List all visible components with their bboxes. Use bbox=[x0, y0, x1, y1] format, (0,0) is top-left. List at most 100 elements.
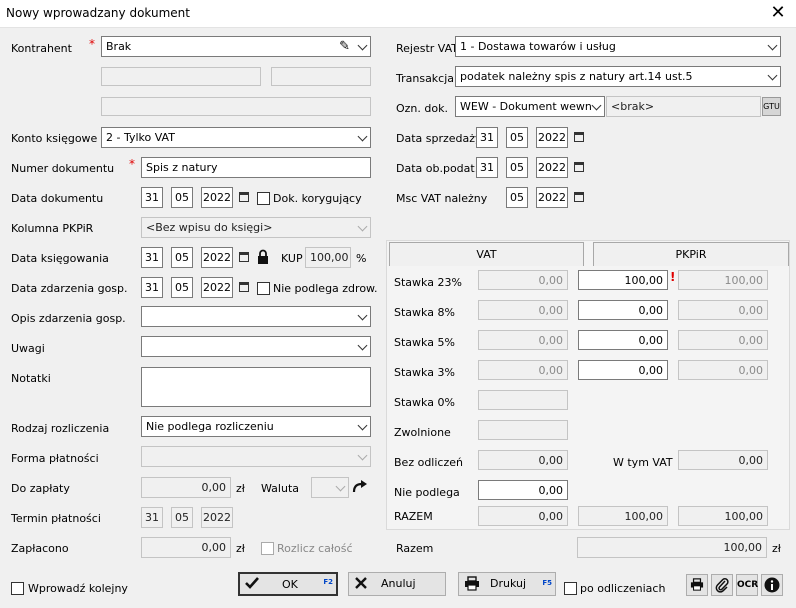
numer-dokumentu-input[interactable]: Spis z natury bbox=[141, 157, 371, 178]
kontrahent-select[interactable]: Brak ✎ bbox=[101, 36, 371, 57]
kup-input[interactable]: 100,00 bbox=[305, 247, 351, 268]
calendar-icon[interactable] bbox=[239, 192, 249, 202]
razem-pkpir-value: 100,00 bbox=[578, 506, 668, 526]
transakcja-label: Transakcja bbox=[396, 72, 455, 85]
do-zaplaty-input[interactable]: 0,00 bbox=[141, 477, 231, 498]
calendar-icon[interactable] bbox=[574, 132, 584, 142]
rozlicz-calosc-checkbox[interactable] bbox=[261, 542, 274, 555]
gtu-button[interactable]: GTU bbox=[762, 97, 781, 116]
data-zdarzenia-month[interactable]: 05 bbox=[171, 277, 193, 298]
data-dokumentu-day[interactable]: 31 bbox=[141, 187, 163, 208]
vat-netto-input[interactable] bbox=[478, 390, 568, 410]
lock-icon[interactable] bbox=[257, 249, 269, 264]
nie-podlega-input[interactable]: 0,00 bbox=[478, 480, 568, 500]
forma-select[interactable] bbox=[141, 446, 371, 467]
data-sprzedazy-month[interactable]: 05 bbox=[506, 127, 528, 148]
checkmark-icon bbox=[244, 575, 260, 591]
vat-netto-input[interactable]: 0,00 bbox=[478, 360, 568, 380]
attachment-button[interactable] bbox=[711, 574, 733, 596]
data-zdarzenia-day[interactable]: 31 bbox=[141, 277, 163, 298]
vat-pkpir-input[interactable]: 0,00 bbox=[578, 300, 668, 320]
drukuj-button[interactable]: Drukuj F5 bbox=[458, 572, 556, 596]
chevron-down-icon[interactable] bbox=[357, 221, 368, 232]
zaplacono-input[interactable]: 0,00 bbox=[141, 537, 231, 558]
gtu-value-field: <brak> bbox=[606, 96, 761, 117]
termin-day[interactable]: 31 bbox=[141, 507, 163, 528]
transakcja-select[interactable]: podatek należny spis z natury art.14 ust… bbox=[455, 66, 781, 87]
ocr-button[interactable]: OCR bbox=[736, 574, 758, 596]
vat-kwota-input[interactable]: 0,00 bbox=[678, 330, 768, 350]
rejestr-label: Rejestr VAT bbox=[396, 42, 459, 55]
pencil-icon[interactable]: ✎ bbox=[339, 39, 350, 54]
tab-pkpir[interactable]: PKPiR bbox=[593, 242, 789, 266]
calendar-icon[interactable] bbox=[239, 282, 249, 292]
chevron-down-icon[interactable] bbox=[357, 450, 368, 461]
currency-arrow-icon[interactable] bbox=[352, 479, 368, 494]
opis-select[interactable] bbox=[141, 306, 371, 327]
po-odliczeniach-checkbox[interactable] bbox=[564, 582, 577, 595]
waluta-select[interactable] bbox=[311, 477, 349, 498]
vat-pkpir-input[interactable]: 0,00 bbox=[578, 330, 668, 350]
data-ksiegowania-day[interactable]: 31 bbox=[141, 247, 163, 268]
msc-vat-year[interactable]: 2022 bbox=[536, 187, 568, 208]
vat-kwota-input[interactable]: 100,00 bbox=[678, 270, 768, 290]
chevron-down-icon[interactable] bbox=[357, 420, 368, 431]
chevron-down-icon[interactable] bbox=[767, 40, 778, 51]
vat-netto-input[interactable]: 0,00 bbox=[478, 330, 568, 350]
vat-kwota-input[interactable]: 0,00 bbox=[678, 300, 768, 320]
calendar-icon[interactable] bbox=[574, 192, 584, 202]
data-ob-year[interactable]: 2022 bbox=[536, 157, 568, 178]
ok-button[interactable]: OK F2 bbox=[238, 572, 338, 596]
data-dokumentu-year[interactable]: 2022 bbox=[201, 187, 233, 208]
paperclip-icon bbox=[715, 577, 729, 593]
chevron-down-icon[interactable] bbox=[335, 481, 346, 492]
termin-year[interactable]: 2022 bbox=[201, 507, 233, 528]
rodzaj-select[interactable]: Nie podlega rozliczeniu bbox=[141, 416, 371, 437]
konto-select[interactable]: 2 - Tylko VAT bbox=[101, 127, 371, 148]
print-preview-button[interactable] bbox=[686, 574, 708, 596]
data-dokumentu-month[interactable]: 05 bbox=[171, 187, 193, 208]
rejestr-vat-select[interactable]: 1 - Dostawa towarów i usług bbox=[455, 36, 781, 57]
anuluj-button[interactable]: Anuluj bbox=[348, 572, 446, 596]
required-mark: * bbox=[129, 157, 135, 171]
uwagi-select[interactable] bbox=[141, 336, 371, 357]
calendar-icon[interactable] bbox=[239, 252, 249, 262]
data-ob-day[interactable]: 31 bbox=[476, 157, 498, 178]
data-ob-month[interactable]: 05 bbox=[506, 157, 528, 178]
calendar-icon[interactable] bbox=[574, 162, 584, 172]
data-sprzedazy-year[interactable]: 2022 bbox=[536, 127, 568, 148]
msc-vat-month[interactable]: 05 bbox=[506, 187, 528, 208]
konto-label: Konto księgowe bbox=[11, 132, 98, 145]
vat-netto-input[interactable]: 0,00 bbox=[478, 300, 568, 320]
close-icon[interactable]: ✕ bbox=[768, 3, 788, 23]
chevron-down-icon[interactable] bbox=[767, 70, 778, 81]
wprowadz-kolejny-label: Wprowadź kolejny bbox=[28, 582, 128, 595]
info-button[interactable] bbox=[761, 574, 783, 596]
ozn-dok-select[interactable]: WEW - Dokument wewn bbox=[455, 96, 605, 117]
termin-month[interactable]: 05 bbox=[171, 507, 193, 528]
wprowadz-kolejny-checkbox[interactable] bbox=[11, 582, 24, 595]
data-zdarzenia-year[interactable]: 2022 bbox=[201, 277, 233, 298]
chevron-down-icon[interactable] bbox=[357, 340, 368, 351]
tab-vat[interactable]: VAT bbox=[389, 242, 584, 266]
korygujacy-checkbox[interactable] bbox=[257, 192, 270, 205]
chevron-down-icon[interactable] bbox=[357, 310, 368, 321]
chevron-down-icon[interactable] bbox=[357, 131, 368, 142]
vat-netto-input[interactable]: 0,00 bbox=[478, 270, 568, 290]
vat-row-label: Stawka 3% bbox=[394, 366, 455, 379]
nie-podlega-zdrow-checkbox[interactable] bbox=[257, 282, 270, 295]
numer-label: Numer dokumentu bbox=[11, 162, 115, 175]
data-sprzedazy-day[interactable]: 31 bbox=[476, 127, 498, 148]
kolumna-pkpir-select[interactable]: <Bez wpisu do księgi> bbox=[141, 217, 371, 238]
notatki-textarea[interactable] bbox=[141, 367, 371, 407]
chevron-down-icon[interactable] bbox=[357, 40, 368, 51]
forma-label: Forma płatności bbox=[11, 452, 99, 465]
data-ksiegowania-month[interactable]: 05 bbox=[171, 247, 193, 268]
vat-netto-input[interactable] bbox=[478, 420, 568, 440]
vat-pkpir-input[interactable]: 100,00 bbox=[578, 270, 668, 290]
vat-row-label: Stawka 0% bbox=[394, 396, 455, 409]
data-ksiegowania-year[interactable]: 2022 bbox=[201, 247, 233, 268]
chevron-down-icon[interactable] bbox=[591, 100, 602, 111]
vat-pkpir-input[interactable]: 0,00 bbox=[578, 360, 668, 380]
vat-kwota-input[interactable]: 0,00 bbox=[678, 360, 768, 380]
